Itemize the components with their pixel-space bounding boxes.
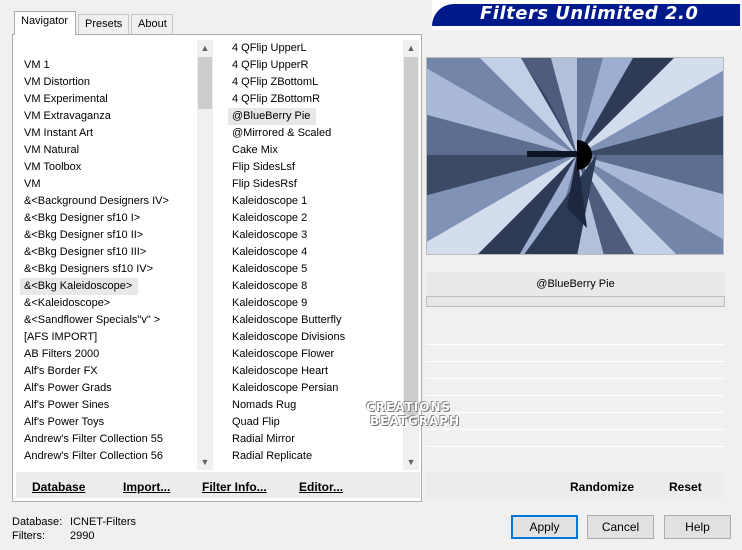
category-list-item[interactable]: [AFS IMPORT] <box>20 329 196 346</box>
filter-list-item[interactable]: Kaleidoscope 5 <box>228 261 402 278</box>
filter-list-item[interactable]: Kaleidoscope 8 <box>228 278 402 295</box>
preview-image <box>426 57 724 255</box>
filter-list-item[interactable]: Kaleidoscope 9 <box>228 295 402 312</box>
category-list-item[interactable]: Andrew's Filter Collection 55 <box>20 431 196 448</box>
apply-button[interactable]: Apply <box>511 515 578 539</box>
filter-list-item[interactable]: @Mirrored & Scaled <box>228 125 402 142</box>
category-list-item[interactable]: &<Bkg Designers sf10 IV> <box>20 261 196 278</box>
category-list-item[interactable]: Alf's Power Toys <box>20 414 196 431</box>
filters-count: 2990 <box>70 530 95 542</box>
category-list-item[interactable]: Alf's Power Grads <box>20 380 196 397</box>
category-list-item[interactable]: Alf's Power Sines <box>20 397 196 414</box>
scroll-down-icon[interactable]: ▼ <box>403 454 419 470</box>
filter-list-item[interactable]: Kaleidoscope 3 <box>228 227 402 244</box>
filter-list-item[interactable]: 4 QFlip UpperR <box>228 57 402 74</box>
banner-title: Filters Unlimited 2.0 <box>480 3 699 24</box>
filter-list-item[interactable]: 4 QFlip ZBottomL <box>228 74 402 91</box>
tab-about[interactable]: About <box>131 14 173 34</box>
filter-info-button[interactable]: Filter Info... <box>202 480 267 494</box>
category-scrollbar[interactable]: ▲ ▼ <box>197 40 213 470</box>
title-banner: Filters Unlimited 2.0 <box>432 0 740 30</box>
category-list-item[interactable]: &<Bkg Designer sf10 III> <box>20 244 196 261</box>
progress-bar <box>426 296 725 307</box>
category-list-item[interactable]: &<Sandflower Specials"v" > <box>20 312 196 329</box>
filter-list-item[interactable]: Kaleidoscope Butterfly <box>228 312 402 329</box>
filters-label: Filters: <box>12 530 45 542</box>
editor-button[interactable]: Editor... <box>299 480 343 494</box>
filter-list-item[interactable]: Radial Replicate <box>228 448 402 465</box>
scroll-up-icon[interactable]: ▲ <box>403 40 419 56</box>
filter-list-item[interactable]: Flip SidesLsf <box>228 159 402 176</box>
filter-list-item[interactable]: Kaleidoscope Flower <box>228 346 402 363</box>
category-list-item[interactable]: Andrew's Filter Collection 56 <box>20 448 196 465</box>
category-list-item[interactable]: Alf's Border FX <box>20 363 196 380</box>
category-list-item[interactable]: VM 1 <box>20 57 196 74</box>
category-list-item[interactable]: &<Kaleidoscope> <box>20 295 196 312</box>
scroll-up-icon[interactable]: ▲ <box>197 40 213 56</box>
database-button[interactable]: Database <box>32 480 85 494</box>
filter-list-item[interactable]: Kaleidoscope 2 <box>228 210 402 227</box>
category-list-item[interactable]: VM Extravaganza <box>20 108 196 125</box>
filter-list-item[interactable]: Kaleidoscope Heart <box>228 363 402 380</box>
help-button[interactable]: Help <box>664 515 731 539</box>
category-list-item[interactable]: VM Toolbox <box>20 159 196 176</box>
category-list-item[interactable]: &<Bkg Designer sf10 I> <box>20 210 196 227</box>
randomize-button[interactable]: Randomize <box>570 480 634 494</box>
tab-presets[interactable]: Presets <box>78 14 129 34</box>
category-list-item[interactable]: VM <box>20 176 196 193</box>
database-value: ICNET-Filters <box>70 516 136 528</box>
parameter-area <box>426 307 725 470</box>
category-list-item[interactable]: VM Experimental <box>20 91 196 108</box>
filter-list-item[interactable]: Kaleidoscope 1 <box>228 193 402 210</box>
filter-list-item[interactable]: Flip SidesRsf <box>228 176 402 193</box>
filter-list-item[interactable]: 4 QFlip UpperL <box>228 40 402 57</box>
filter-list-item[interactable]: Kaleidoscope Divisions <box>228 329 402 346</box>
filter-list-item[interactable]: Kaleidoscope Persian <box>228 380 402 397</box>
filter-list-item[interactable]: Radial Mirror <box>228 431 402 448</box>
category-list-item[interactable]: &<Background Designers IV> <box>20 193 196 210</box>
database-label: Database: <box>12 516 63 528</box>
scroll-thumb[interactable] <box>198 57 212 109</box>
category-list[interactable]: VM 1 VM Distortion VM Experimental VM Extra… <box>20 57 196 470</box>
category-list-item[interactable]: VM Instant Art <box>20 125 196 142</box>
scroll-down-icon[interactable]: ▼ <box>197 454 213 470</box>
category-list-item[interactable]: VM Distortion <box>20 74 196 91</box>
filter-list-item[interactable]: Cake Mix <box>228 142 402 159</box>
category-list-item[interactable]: AB Filters 2000 <box>20 346 196 363</box>
filter-list-item[interactable]: Kaleidoscope 4 <box>228 244 402 261</box>
cancel-button[interactable]: Cancel <box>587 515 654 539</box>
selected-filter-name: @BlueBerry Pie <box>426 272 725 296</box>
tab-navigator[interactable]: Navigator <box>14 11 76 35</box>
reset-button[interactable]: Reset <box>669 480 702 494</box>
filter-list-item[interactable]: @BlueBerry Pie <box>228 108 402 125</box>
category-list-item[interactable]: &<Bkg Kaleidoscope> <box>20 278 196 295</box>
filter-list-item[interactable]: 4 QFlip ZBottomR <box>228 91 402 108</box>
category-list-item[interactable]: &<Bkg Designer sf10 II> <box>20 227 196 244</box>
watermark: CREATIONS BEATGRAPH <box>366 400 461 428</box>
scroll-thumb[interactable] <box>404 57 418 415</box>
category-list-item[interactable]: VM Natural <box>20 142 196 159</box>
import-button[interactable]: Import... <box>123 480 170 494</box>
